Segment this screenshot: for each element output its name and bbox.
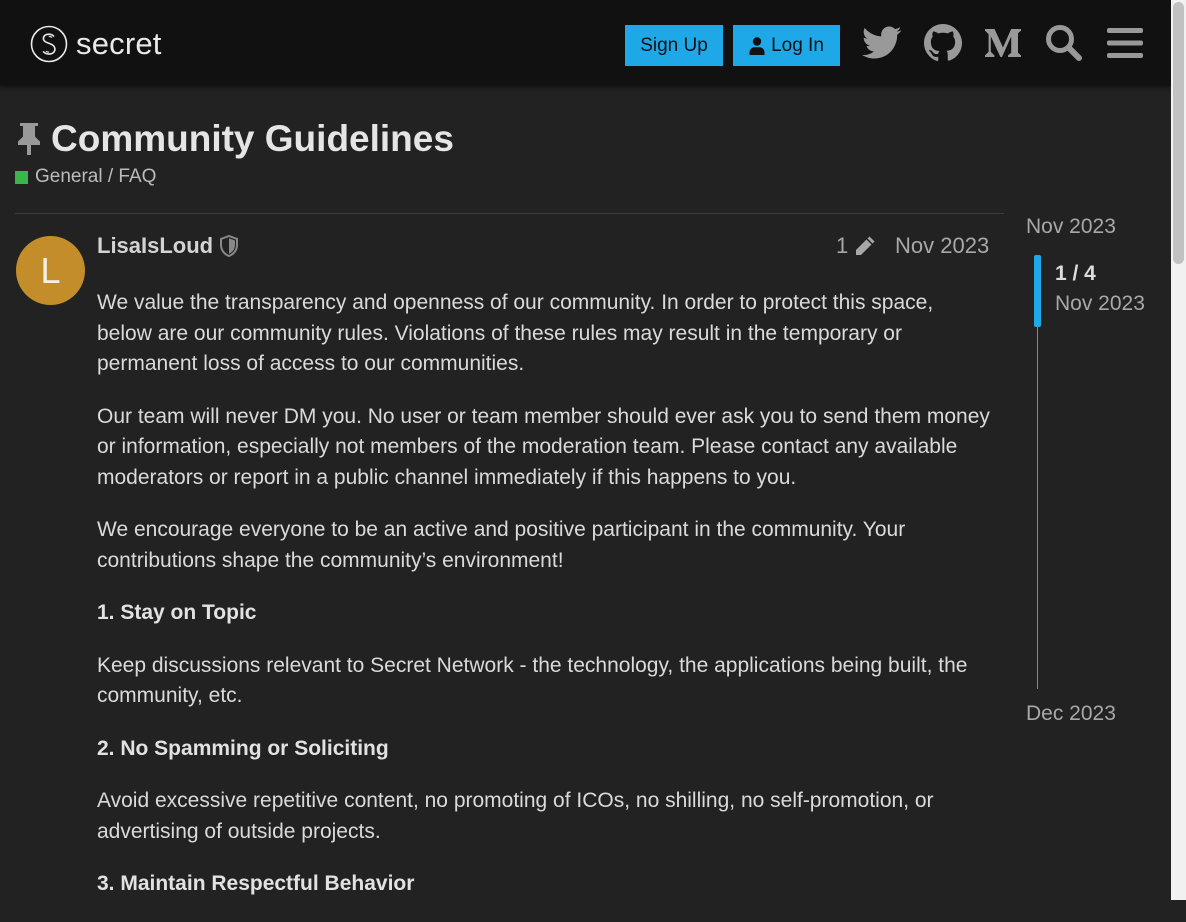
post-author[interactable]: LisaIsLoud (97, 233, 239, 259)
twitter-link[interactable] (862, 22, 902, 64)
timeline-position: 1 / 4 (1055, 262, 1096, 285)
category-badge[interactable]: General / FAQ (15, 166, 156, 188)
post-paragraph: We value the transparency and openness o… (97, 291, 934, 375)
github-icon (924, 24, 962, 62)
timeline-start-date[interactable]: Nov 2023 (1026, 215, 1116, 239)
title-divider (15, 213, 1004, 214)
search-button[interactable] (1044, 22, 1084, 64)
medium-icon (985, 29, 1021, 57)
hamburger-menu-button[interactable] (1105, 22, 1145, 64)
post-body: We value the transparency and openness o… (97, 288, 992, 922)
edit-count: 1 (836, 233, 849, 258)
topic-title-row: Community Guidelines (15, 118, 454, 160)
timeline-end-date[interactable]: Dec 2023 (1026, 702, 1116, 726)
category-name: General / FAQ (35, 166, 157, 187)
pin-icon (18, 123, 40, 155)
edit-history-button[interactable]: 1 (836, 233, 876, 259)
author-name: LisaIsLoud (97, 233, 214, 258)
menu-icon (1107, 28, 1143, 58)
topic-title[interactable]: Community Guidelines (51, 118, 454, 160)
post-date[interactable]: Nov 2023 (895, 233, 989, 259)
moderator-shield-icon (220, 235, 239, 257)
avatar[interactable]: L (16, 236, 85, 305)
category-color-swatch (15, 170, 28, 184)
page-scrollbar[interactable] (1171, 0, 1186, 900)
timeline-position-date: Nov 2023 (1055, 292, 1145, 315)
search-icon (1046, 25, 1082, 61)
sign-up-label: Sign Up (640, 34, 708, 56)
section-heading: 3. Maintain Respectful Behavior (97, 872, 415, 895)
section-text: Avoid excessive repetitive content, no p… (97, 789, 934, 843)
secret-logo-icon (30, 25, 68, 63)
user-icon (749, 36, 765, 55)
site-header: secret Sign Up Log In (0, 0, 1171, 86)
logo-text: secret (76, 26, 162, 61)
section-heading: 1. Stay on Topic (97, 601, 257, 624)
post-paragraph: We encourage everyone to be an active an… (97, 518, 906, 572)
site-logo[interactable]: secret (30, 25, 162, 63)
twitter-icon (862, 26, 902, 59)
github-link[interactable] (923, 22, 963, 64)
pencil-icon (856, 236, 875, 255)
timeline-handle[interactable] (1034, 255, 1041, 327)
sign-up-button[interactable]: Sign Up (625, 25, 723, 66)
medium-link[interactable] (983, 22, 1023, 64)
section-text: Keep discussions relevant to Secret Netw… (97, 653, 968, 708)
log-in-label: Log In (771, 34, 824, 56)
log-in-button[interactable]: Log In (733, 25, 840, 66)
post-paragraph: Our team will never DM you. No user or t… (97, 404, 990, 489)
section-heading: 2. No Spamming or Soliciting (97, 736, 389, 760)
scrollbar-thumb[interactable] (1173, 2, 1184, 264)
avatar-letter: L (40, 249, 61, 291)
